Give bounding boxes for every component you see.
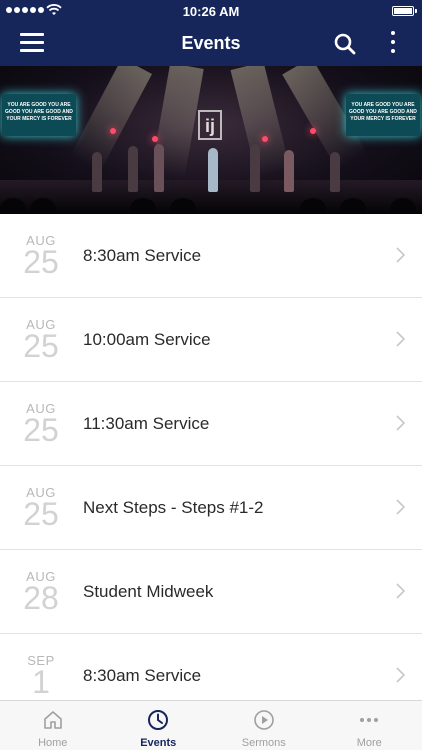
event-row[interactable]: AUG 25 11:30am Service — [0, 382, 422, 466]
event-row[interactable]: SEP 1 8:30am Service — [0, 634, 422, 700]
event-title: Student Midweek — [83, 582, 214, 601]
play-circle-icon — [253, 710, 274, 730]
event-row[interactable]: AUG 25 Next Steps - Steps #1-2 — [0, 466, 422, 550]
tab-events[interactable]: Events — [106, 701, 212, 750]
event-title: Next Steps - Steps #1-2 — [83, 498, 264, 517]
band-member — [330, 152, 340, 192]
event-day: 1 — [32, 664, 50, 700]
chevron-right-icon — [396, 331, 405, 347]
page-title: Events — [181, 33, 241, 53]
audience — [0, 198, 26, 214]
home-icon — [43, 711, 62, 729]
event-row[interactable]: AUG 25 8:30am Service — [0, 214, 422, 298]
event-title: 8:30am Service — [83, 666, 202, 685]
event-title: 11:30am Service — [83, 414, 210, 433]
tab-label: Sermons — [241, 737, 286, 749]
status-time: 10:26 AM — [182, 4, 240, 19]
battery-fill — [394, 8, 412, 14]
audience — [30, 198, 56, 214]
hero-image: YOU ARE GOOD YOU ARE GOOD YOU ARE GOOD A… — [0, 66, 422, 214]
band-member — [284, 150, 294, 192]
stage-light — [262, 136, 268, 142]
chevron-right-icon — [396, 499, 405, 515]
tab-sermons[interactable]: Sermons — [211, 701, 317, 750]
more-horizontal-icon — [360, 718, 379, 722]
chevron-right-icon — [396, 247, 405, 263]
event-row[interactable]: AUG 25 10:00am Service — [0, 298, 422, 382]
band-member — [154, 144, 164, 192]
events-list: AUG 25 8:30am Service AUG 25 10:00am Ser… — [0, 214, 422, 700]
chevron-right-icon — [396, 583, 405, 599]
tab-more[interactable]: More — [317, 701, 422, 750]
event-title: 10:00am Service — [83, 330, 211, 349]
tab-home[interactable]: Home — [0, 701, 106, 750]
lyrics-screen-right: YOU ARE GOOD YOU ARE GOOD YOU ARE GOOD A… — [346, 94, 420, 136]
more-vertical-icon[interactable] — [388, 31, 398, 57]
church-logo: ij — [198, 110, 222, 140]
status-bar: 10:26 AM — [0, 0, 422, 22]
stage-light-beam — [70, 66, 153, 172]
stage-light — [310, 128, 316, 134]
event-day: 25 — [23, 244, 59, 280]
band-member — [92, 152, 102, 192]
chevron-right-icon — [396, 415, 405, 431]
search-icon[interactable] — [334, 33, 356, 55]
audience — [130, 198, 156, 214]
event-day: 25 — [23, 496, 59, 532]
event-day: 25 — [23, 412, 59, 448]
audience — [340, 198, 366, 214]
tab-label: More — [356, 737, 382, 749]
tab-label: Events — [140, 737, 177, 749]
lyrics-screen-left: YOU ARE GOOD YOU ARE GOOD YOU ARE GOOD A… — [2, 94, 76, 136]
event-day: 28 — [23, 580, 59, 616]
tab-bar: Home Events Sermons More — [0, 700, 422, 750]
stage-light-beam — [230, 66, 291, 177]
band-member — [128, 146, 138, 192]
audience — [300, 198, 326, 214]
clock-icon — [148, 710, 169, 730]
stage-light — [152, 136, 158, 142]
stage-light — [110, 128, 116, 134]
event-row[interactable]: AUG 28 Student Midweek — [0, 550, 422, 634]
band-member — [250, 144, 260, 192]
event-day: 25 — [23, 328, 59, 364]
nav-bar: Events — [0, 22, 422, 66]
battery-icon — [392, 6, 417, 16]
chevron-right-icon — [396, 667, 405, 683]
tab-label: Home — [38, 737, 68, 749]
event-title: 8:30am Service — [83, 246, 202, 265]
audience — [170, 198, 196, 214]
band-member — [208, 148, 218, 192]
audience — [390, 198, 416, 214]
